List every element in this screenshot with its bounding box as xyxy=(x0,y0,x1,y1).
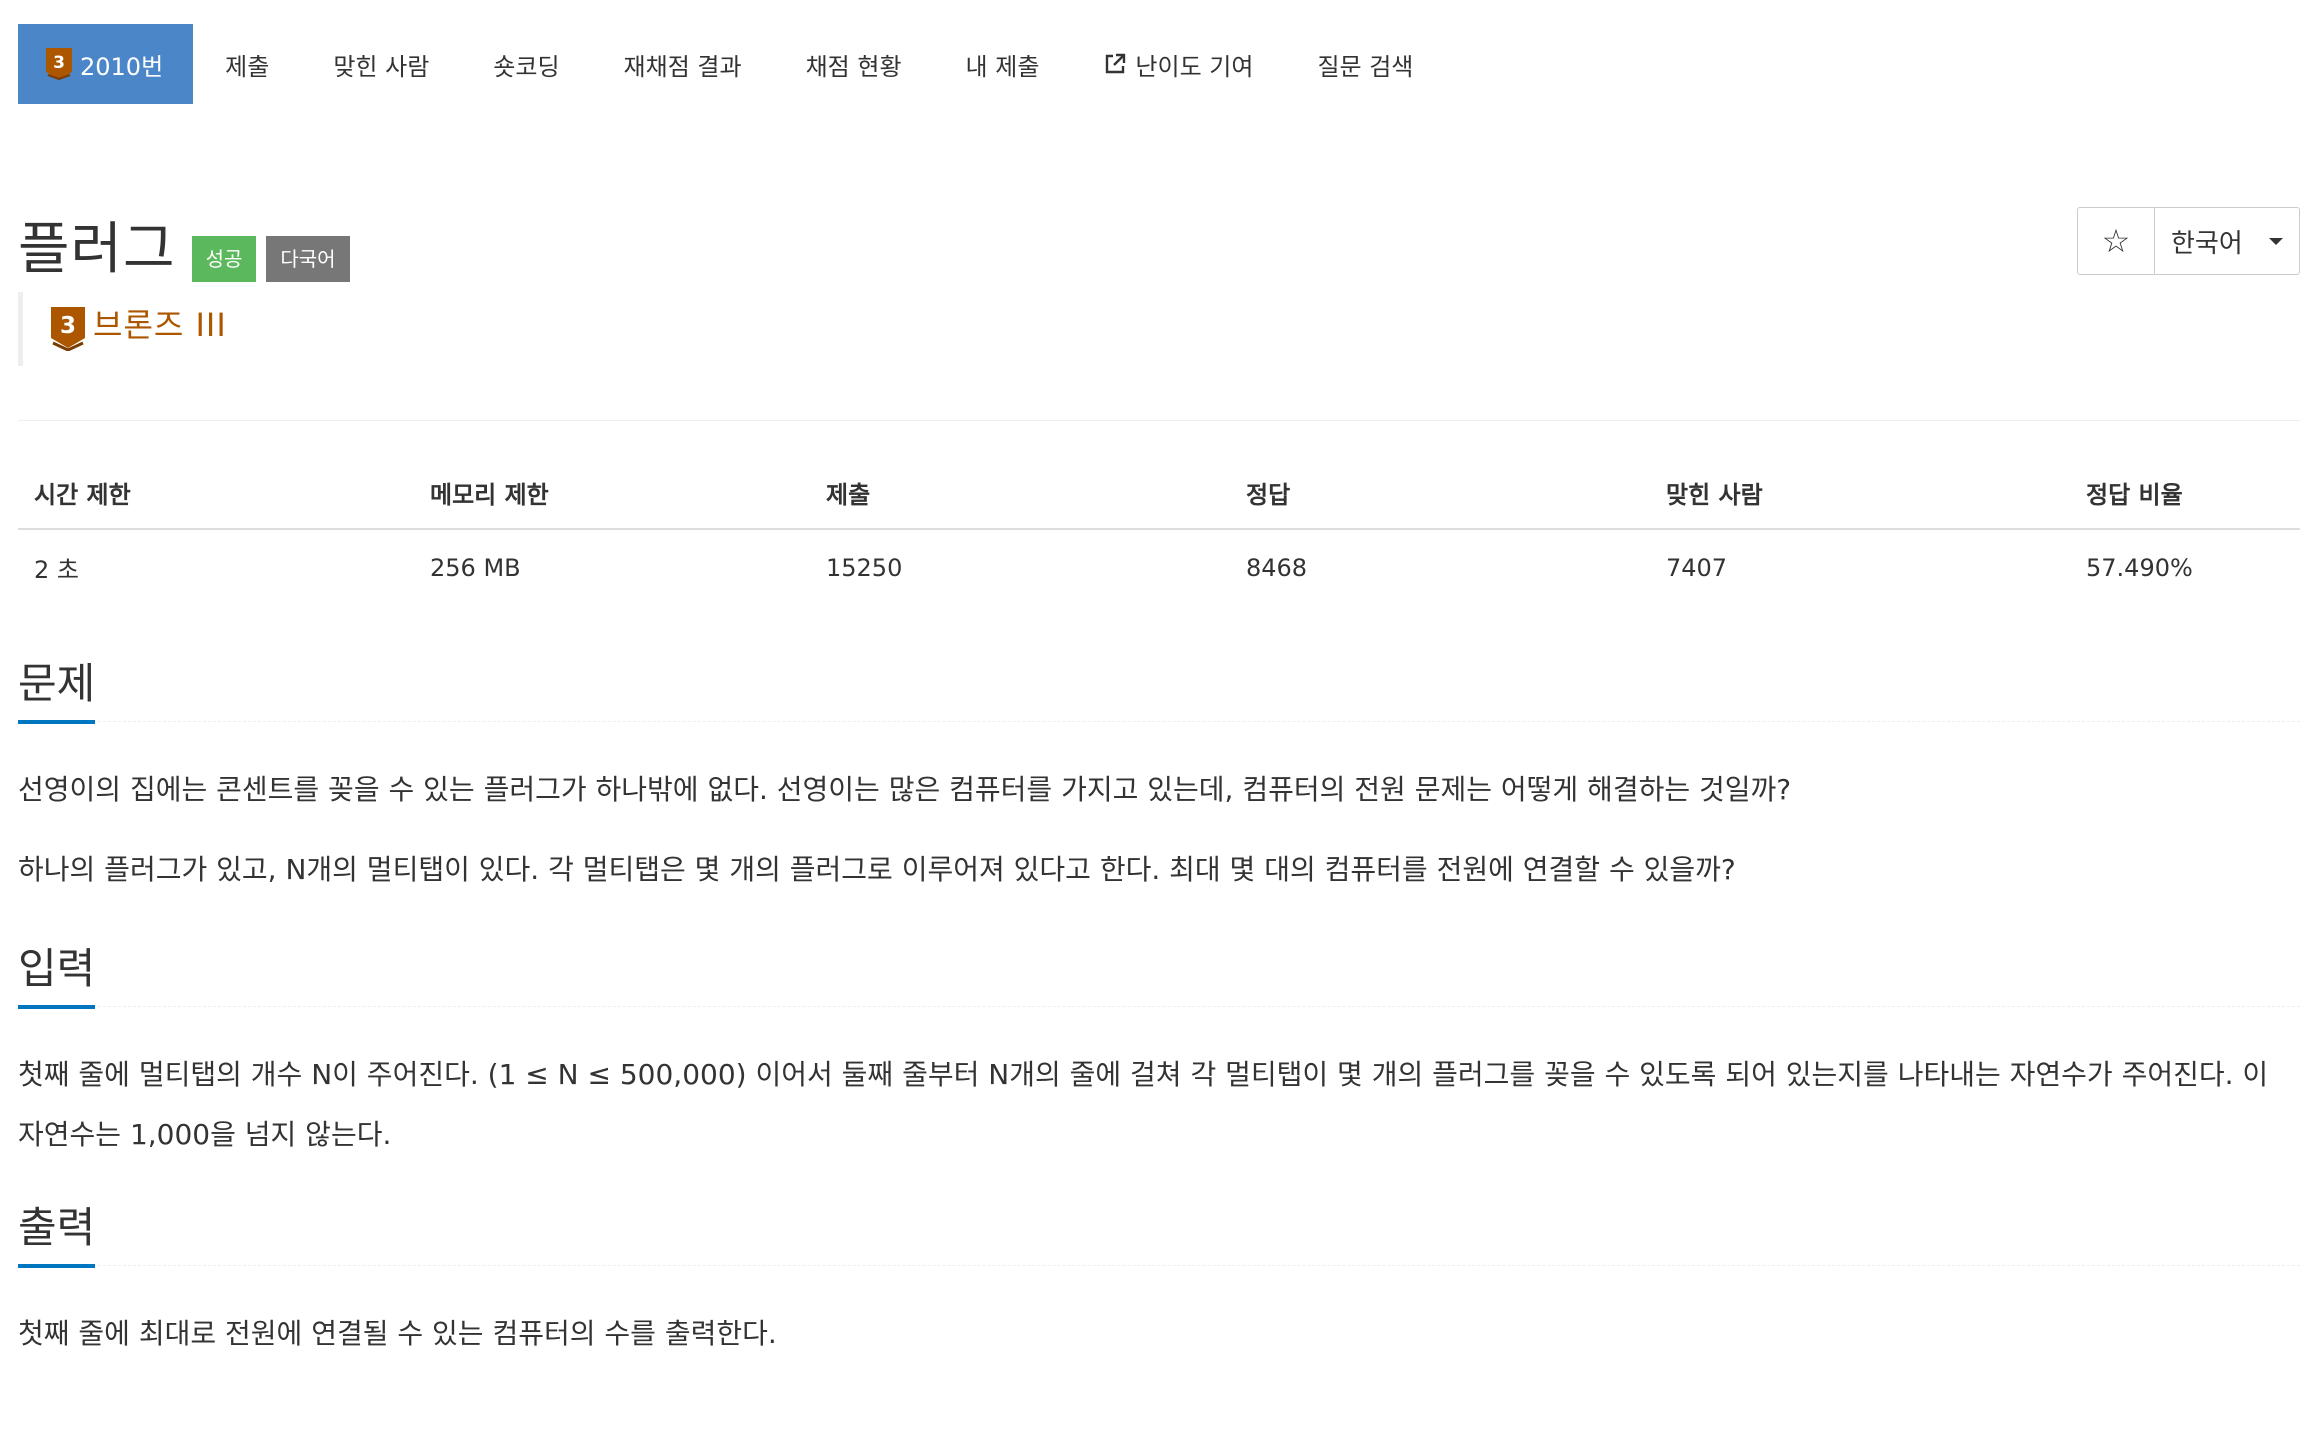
page: 3 2010번 제출 맞힌 사람 숏코딩 재채점 결과 채점 현황 내 제출 난… xyxy=(0,0,2302,1440)
value-submissions: 15250 xyxy=(826,553,903,582)
header-accept-ratio: 정답 비율 xyxy=(2070,461,2300,530)
section-head: 입력 xyxy=(18,936,2300,1009)
section-title-output: 출력 xyxy=(18,1206,96,1268)
external-link-icon xyxy=(1103,52,1127,76)
tab-problem[interactable]: 3 2010번 xyxy=(18,24,194,104)
language-label: 한국어 xyxy=(2171,228,2243,259)
page-title: 플러그 xyxy=(18,217,176,282)
description-paragraph: 선영이의 집에는 콘센트를 꽂을 수 있는 플러그가 하나밖에 없다. 선영이는… xyxy=(18,773,1792,806)
description-paragraph: 하나의 플러그가 있고, N개의 멀티탭이 있다. 각 멀티탭은 몇 개의 플러… xyxy=(18,853,1736,886)
favorite-star-button[interactable]: ☆ xyxy=(2078,208,2155,274)
table-row: 2 초 256 MB 15250 8468 7407 57.490% xyxy=(18,529,2300,605)
tab-rejudge-result[interactable]: 재채점 결과 xyxy=(592,24,774,104)
section-title-description: 문제 xyxy=(18,662,96,724)
value-accepted: 8468 xyxy=(1246,553,1308,582)
header-submissions: 제출 xyxy=(810,461,1230,530)
status-badge-success: 성공 xyxy=(191,236,257,282)
tier-name[interactable]: 브론즈 III xyxy=(93,300,227,346)
section-body: 첫째 줄에 최대로 전원에 연결될 수 있는 컴퓨터의 수를 출력한다. xyxy=(18,1304,2300,1364)
table-header-row: 시간 제한 메모리 제한 제출 정답 맞힌 사람 정답 비율 xyxy=(18,461,2300,530)
star-icon: ☆ xyxy=(2101,222,2131,260)
bronze-tier-icon: 3 xyxy=(46,48,72,80)
header-solved-users: 맞힌 사람 xyxy=(1650,461,2070,530)
section-description: 문제 선영이의 집에는 콘센트를 꽂을 수 있는 플러그가 하나밖에 없다. 선… xyxy=(18,651,2300,900)
value-solved-users: 7407 xyxy=(1666,553,1728,582)
chevron-down-icon xyxy=(2268,237,2283,245)
section-input: 입력 첫째 줄에 멀티탭의 개수 N이 주어진다. (1 ≤ N ≤ 500,0… xyxy=(18,936,2300,1165)
section-body: 첫째 줄에 멀티탭의 개수 N이 주어진다. (1 ≤ N ≤ 500,000)… xyxy=(18,1045,2300,1165)
language-dropdown[interactable]: 한국어 xyxy=(2155,208,2299,274)
output-paragraph: 첫째 줄에 최대로 전원에 연결될 수 있는 컴퓨터의 수를 출력한다. xyxy=(18,1317,777,1350)
tab-solved-users[interactable]: 맞힌 사람 xyxy=(301,24,461,104)
section-body: 선영이의 집에는 콘센트를 꽂을 수 있는 플러그가 하나밖에 없다. 선영이는… xyxy=(18,760,2300,900)
bronze-tier-icon: 3 xyxy=(51,307,85,351)
problem-info-table: 시간 제한 메모리 제한 제출 정답 맞힌 사람 정답 비율 2 초 256 M… xyxy=(18,461,2300,605)
input-paragraph: 첫째 줄에 멀티탭의 개수 N이 주어진다. (1 ≤ N ≤ 500,000)… xyxy=(18,1058,2269,1151)
tab-difficulty-contribution[interactable]: 난이도 기여 xyxy=(1071,24,1285,104)
header-memory-limit: 메모리 제한 xyxy=(414,461,810,530)
content: 3 2010번 제출 맞힌 사람 숏코딩 재채점 결과 채점 현황 내 제출 난… xyxy=(18,24,2300,1364)
value-time-limit: 2 초 xyxy=(34,556,79,584)
title-tools: ☆ 한국어 xyxy=(2077,207,2300,275)
svg-text:3: 3 xyxy=(60,313,76,339)
tab-problem-label: 2010번 xyxy=(80,52,164,81)
header-accepted: 정답 xyxy=(1230,461,1650,530)
tab-judge-status[interactable]: 채점 현황 xyxy=(774,24,934,104)
value-accept-ratio: 57.490% xyxy=(2086,553,2193,582)
tab-difficulty-contribution-label: 난이도 기여 xyxy=(1135,52,1254,81)
tab-submit[interactable]: 제출 xyxy=(193,24,301,104)
tab-my-submissions[interactable]: 내 제출 xyxy=(934,24,1072,104)
problem-menu: 3 2010번 제출 맞힌 사람 숏코딩 재채점 결과 채점 현황 내 제출 난… xyxy=(18,24,2300,104)
tier-block: 3 브론즈 III xyxy=(18,292,2300,366)
value-memory-limit: 256 MB xyxy=(430,553,521,582)
title-row: 플러그 성공 다국어 ☆ 한국어 xyxy=(18,207,2300,282)
tab-question-search[interactable]: 질문 검색 xyxy=(1285,24,1445,104)
svg-text:3: 3 xyxy=(53,53,65,73)
status-badge-multilang: 다국어 xyxy=(266,236,350,282)
section-head: 문제 xyxy=(18,651,2300,724)
divider xyxy=(18,420,2300,421)
section-title-input: 입력 xyxy=(18,947,96,1009)
section-head: 출력 xyxy=(18,1195,2300,1268)
header-time-limit: 시간 제한 xyxy=(18,461,414,530)
section-output: 출력 첫째 줄에 최대로 전원에 연결될 수 있는 컴퓨터의 수를 출력한다. xyxy=(18,1195,2300,1364)
tab-short-coding[interactable]: 숏코딩 xyxy=(461,24,591,104)
